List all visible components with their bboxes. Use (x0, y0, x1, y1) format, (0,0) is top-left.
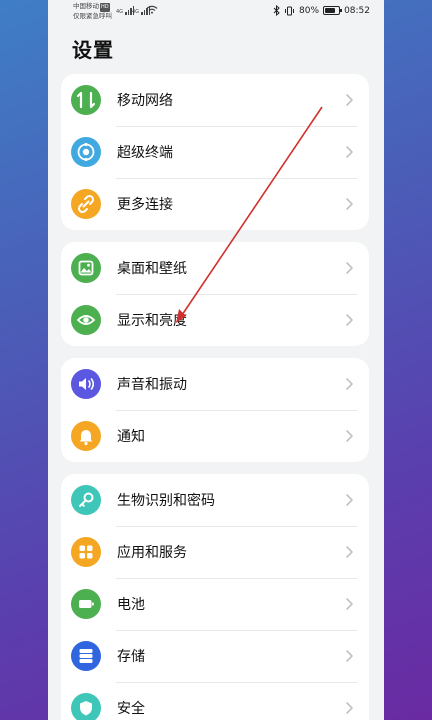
chevron-right-icon (346, 430, 353, 442)
chevron-right-icon (346, 198, 353, 210)
settings-group: 生物识别和密码 应用和服务电池存储安全 (61, 474, 369, 720)
battery-icon (71, 589, 101, 619)
bell-icon (71, 421, 101, 451)
mobile-data-icon (71, 85, 101, 115)
settings-item-label: 更多连接 (117, 197, 173, 213)
settings-item-label: 桌面和壁纸 (117, 261, 187, 277)
hd-badge: HD (100, 3, 110, 12)
vibrate-icon (285, 6, 295, 15)
settings-item[interactable]: 应用和服务 (61, 526, 369, 578)
battery-percent: 80% (299, 5, 320, 16)
bluetooth-icon (273, 5, 280, 16)
chevron-right-icon (346, 546, 353, 558)
super-device-icon (71, 137, 101, 167)
chevron-right-icon (346, 702, 353, 714)
chevron-right-icon (346, 262, 353, 274)
settings-item[interactable]: 移动网络 (61, 74, 369, 126)
clock: 08:52 (344, 5, 370, 16)
settings-item[interactable]: 超级终端 (61, 126, 369, 178)
settings-item[interactable]: 生物识别和密码 (61, 474, 369, 526)
settings-item-label: 声音和振动 (117, 377, 187, 393)
settings-item[interactable]: 电池 (61, 578, 369, 630)
settings-item-label: 显示和亮度 (117, 313, 187, 329)
status-right: 80% 08:52 (273, 5, 370, 16)
settings-item-label: 生物识别和密码 (117, 493, 215, 509)
settings-item-label: 通知 (117, 429, 145, 445)
settings-item-label: 移动网络 (117, 93, 173, 109)
settings-item[interactable]: 更多连接 (61, 178, 369, 230)
settings-screen: 中国移动 HD 仅限紧急呼叫 4G 4G 80% 08:52 设置 移动网络超级终… (48, 0, 384, 720)
status-bar: 中国移动 HD 仅限紧急呼叫 4G 4G 80% 08:52 (48, 0, 384, 24)
settings-item-label: 应用和服务 (117, 545, 187, 561)
settings-item-label: 超级终端 (117, 145, 173, 161)
settings-item[interactable]: 桌面和壁纸 (61, 242, 369, 294)
settings-item[interactable]: 存储 (61, 630, 369, 682)
network-type-label: 4G (116, 9, 124, 15)
chevron-right-icon (346, 94, 353, 106)
chevron-right-icon (346, 650, 353, 662)
settings-item-label: 安全 (117, 701, 145, 717)
battery-icon (323, 6, 343, 15)
page-title: 设置 (72, 38, 114, 62)
chevron-right-icon (346, 598, 353, 610)
settings-item[interactable]: 通知 (61, 410, 369, 462)
speaker-icon (71, 369, 101, 399)
carrier-name: 中国移动 (73, 2, 99, 10)
emergency-only-text: 仅限紧急呼叫 (73, 12, 112, 20)
settings-item[interactable]: 安全 (61, 682, 369, 720)
settings-item[interactable]: 声音和振动 (61, 358, 369, 410)
key-icon (71, 485, 101, 515)
settings-group: 声音和振动 通知 (61, 358, 369, 462)
chevron-right-icon (346, 314, 353, 326)
storage-icon (71, 641, 101, 671)
apps-icon (71, 537, 101, 567)
chevron-right-icon (346, 378, 353, 390)
link-icon (71, 189, 101, 219)
settings-item-label: 电池 (117, 597, 145, 613)
eye-icon (71, 305, 101, 335)
network-type-label-2: 4G (132, 9, 140, 15)
settings-group: 桌面和壁纸显示和亮度 (61, 242, 369, 346)
settings-group: 移动网络超级终端更多连接 (61, 74, 369, 230)
wifi-icon (146, 5, 158, 14)
settings-list: 移动网络超级终端更多连接桌面和壁纸显示和亮度声音和振动通知生物识别和密码 应用和服… (48, 74, 384, 720)
carrier-info: 中国移动 HD 仅限紧急呼叫 (73, 2, 112, 21)
settings-item[interactable]: 显示和亮度 (61, 294, 369, 346)
shield-icon (71, 693, 101, 720)
chevron-right-icon (346, 146, 353, 158)
wallpaper-icon (71, 253, 101, 283)
chevron-right-icon (346, 494, 353, 506)
settings-item-label: 存储 (117, 649, 145, 665)
